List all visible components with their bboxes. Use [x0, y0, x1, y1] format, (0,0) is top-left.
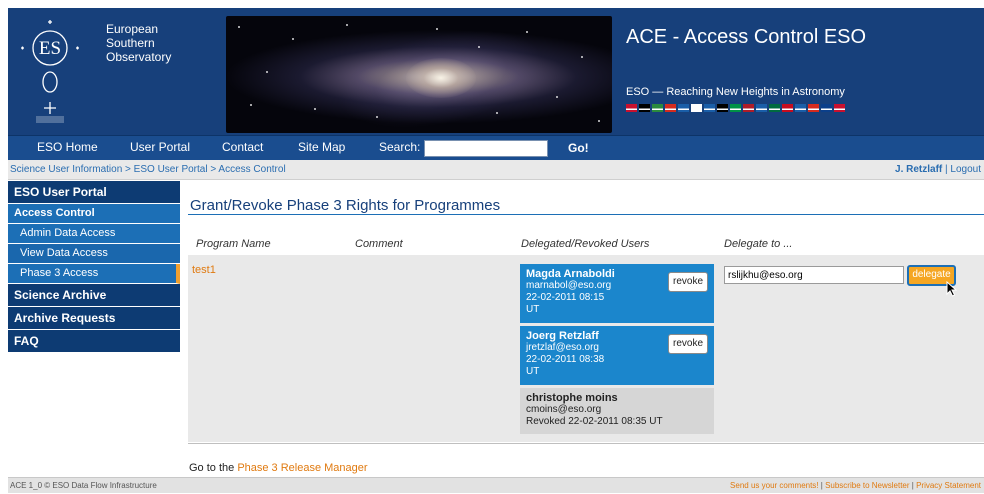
flag-icon[interactable] [652, 104, 663, 112]
sidebar-item-access-control[interactable]: Access Control [8, 204, 180, 224]
footer-copyright: ACE 1_0 © ESO Data Flow Infrastructure [10, 481, 157, 490]
sidebar-item-archive-requests[interactable]: Archive Requests [8, 307, 180, 330]
mouse-cursor-icon [946, 281, 958, 297]
flag-icon[interactable] [678, 104, 689, 112]
eso-logo-icon[interactable]: ES [20, 18, 80, 123]
org-name: European Southern Observatory [106, 22, 171, 64]
row-divider [188, 443, 984, 444]
user-card-name: christophe moins [526, 392, 618, 404]
breadcrumb-bar: Science User Information > ESO User Port… [8, 160, 984, 180]
page-title: Grant/Revoke Phase 3 Rights for Programm… [190, 197, 501, 214]
flag-icon[interactable] [756, 104, 767, 112]
org-line-1: European [106, 22, 159, 36]
column-header-delegate: Delegate to ... [724, 238, 793, 250]
sidebar-item-admin-data-access[interactable]: Admin Data Access [8, 224, 180, 244]
flag-icon[interactable] [626, 104, 637, 112]
sidebar-item-phase3-access[interactable]: Phase 3 Access [8, 264, 180, 284]
flag-icon[interactable] [691, 104, 702, 112]
flag-icon[interactable] [704, 104, 715, 112]
delegate-email-input[interactable] [724, 266, 904, 284]
release-prefix: Go to the [189, 462, 238, 474]
footer-links: Send us your comments! | Subscribe to Ne… [730, 481, 981, 490]
sidebar: ESO User Portal Access Control Admin Dat… [8, 181, 180, 353]
revoke-button[interactable]: revoke [667, 334, 708, 354]
footer-link-comments[interactable]: Send us your comments! [730, 481, 818, 490]
sidebar-item-science-archive[interactable]: Science Archive [8, 284, 180, 307]
org-line-3: Observatory [106, 50, 172, 64]
user-name[interactable]: J. Retzlaff [895, 164, 942, 175]
org-line-2: Southern [106, 36, 155, 50]
user-card: Magda Arnaboldi marnabol@eso.org 22-02-2… [520, 264, 714, 323]
title-divider [188, 214, 984, 215]
user-card-tz: UT [526, 304, 540, 315]
sidebar-item-eso-user-portal[interactable]: ESO User Portal [8, 181, 180, 204]
table-header: Program Name Comment Delegated/Revoked U… [188, 235, 984, 255]
user-box: J. Retzlaff | Logout [895, 164, 981, 175]
nav-contact[interactable]: Contact [222, 140, 263, 154]
column-header-program: Program Name [196, 238, 271, 250]
flag-icon[interactable] [743, 104, 754, 112]
footer: ACE 1_0 © ESO Data Flow Infrastructure S… [8, 477, 984, 493]
footer-link-newsletter[interactable]: Subscribe to Newsletter [825, 481, 909, 490]
nav-user-portal[interactable]: User Portal [130, 140, 190, 154]
flag-icon[interactable] [821, 104, 832, 112]
nav-site-map[interactable]: Site Map [298, 140, 345, 154]
column-header-users: Delegated/Revoked Users [521, 238, 650, 250]
revoke-button[interactable]: revoke [667, 272, 708, 292]
tagline: ESO — Reaching New Heights in Astronomy [626, 86, 845, 98]
user-card-date: 22-02-2011 08:15 [526, 292, 605, 303]
flag-icon[interactable] [639, 104, 650, 112]
flag-icon[interactable] [795, 104, 806, 112]
release-manager-link[interactable]: Phase 3 Release Manager [237, 462, 367, 474]
flag-icon[interactable] [834, 104, 845, 112]
flag-icon[interactable] [782, 104, 793, 112]
site-header: ES European Southern Observatory ACE - A… [8, 8, 984, 135]
app-title: ACE - Access Control ESO [626, 26, 867, 48]
search-label: Search: [379, 140, 421, 154]
search-input[interactable] [424, 140, 548, 157]
flag-icon[interactable] [730, 104, 741, 112]
language-flags[interactable] [626, 104, 845, 112]
user-card-date: 22-02-2011 08:38 [526, 354, 605, 365]
footer-link-privacy[interactable]: Privacy Statement [916, 481, 981, 490]
column-header-comment: Comment [355, 238, 403, 250]
user-card: Joerg Retzlaff jretzlaf@eso.org 22-02-20… [520, 326, 714, 385]
flag-icon[interactable] [808, 104, 819, 112]
release-manager-line: Go to the Phase 3 Release Manager [189, 462, 368, 474]
user-card-tz: UT [526, 366, 540, 377]
flag-icon[interactable] [665, 104, 676, 112]
logo-text: ES [39, 38, 61, 59]
logout-link[interactable]: Logout [950, 164, 981, 175]
breadcrumb[interactable]: Science User Information > ESO User Port… [10, 164, 286, 175]
galaxy-banner-image [226, 16, 612, 133]
top-navbar: ESO Home User Portal Contact Site Map Se… [8, 135, 984, 160]
flag-icon[interactable] [769, 104, 780, 112]
sidebar-item-view-data-access[interactable]: View Data Access [8, 244, 180, 264]
user-card-email: cmoins@eso.org [526, 404, 602, 415]
program-name-link[interactable]: test1 [192, 264, 216, 276]
user-card-revoked: christophe moins cmoins@eso.org Revoked … [520, 388, 714, 434]
go-button[interactable]: Go! [568, 141, 589, 155]
nav-eso-home[interactable]: ESO Home [37, 140, 98, 154]
sidebar-item-faq[interactable]: FAQ [8, 330, 180, 353]
user-card-revoked-date: Revoked 22-02-2011 08:35 UT [526, 416, 663, 427]
flag-icon[interactable] [717, 104, 728, 112]
